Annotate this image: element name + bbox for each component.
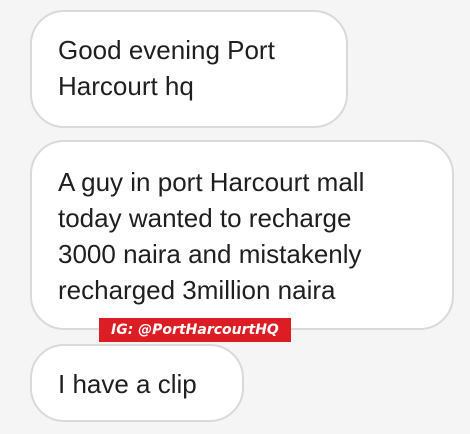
message-bubble[interactable]: Good evening Port Harcourt hq bbox=[30, 10, 348, 128]
message-bubble[interactable]: A guy in port Harcourt mall today wanted… bbox=[30, 140, 454, 330]
message-text-line: Good evening Port bbox=[58, 35, 275, 65]
message-text-line: I have a clip bbox=[58, 369, 197, 399]
message-bubble[interactable]: I have a clip bbox=[30, 344, 244, 422]
instagram-watermark-label: IG: @PortHarcourtHQ bbox=[99, 318, 291, 342]
message-text-line: recharged 3million naira bbox=[58, 275, 336, 305]
message-text-line: today wanted to recharge bbox=[58, 203, 352, 233]
message-text-line: A guy in port Harcourt mall bbox=[58, 167, 365, 197]
message-text-line: 3000 naira and mistakenly bbox=[58, 239, 362, 269]
message-text-line: Harcourt hq bbox=[58, 71, 194, 101]
chat-thread: Good evening Port Harcourt hq A guy in p… bbox=[0, 0, 470, 434]
